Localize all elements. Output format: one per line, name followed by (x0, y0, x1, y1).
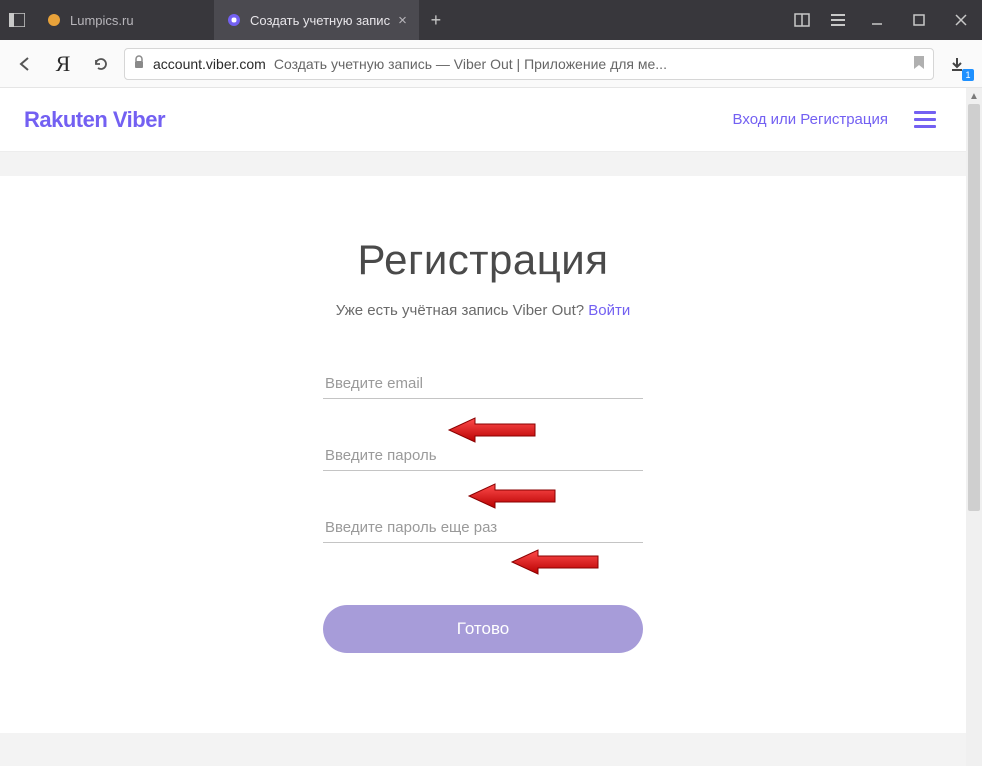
favicon-viber-icon (226, 12, 242, 28)
page-title: Регистрация (357, 236, 608, 284)
email-field-wrapper (323, 369, 643, 399)
lock-icon (133, 55, 145, 72)
scroll-up-arrow-icon[interactable]: ▲ (966, 88, 982, 104)
downloads-button[interactable]: 1 (942, 49, 972, 79)
browser-titlebar: Lumpics.ru Создать учетную запис × + (0, 0, 982, 40)
registration-page: Регистрация Уже есть учётная запись Vibe… (0, 176, 966, 733)
vertical-scrollbar[interactable]: ▲ (966, 88, 982, 766)
login-link[interactable]: Войти (588, 302, 630, 319)
password-confirm-input[interactable] (323, 513, 643, 543)
back-button[interactable] (10, 49, 40, 79)
password-confirm-field-wrapper (323, 513, 643, 543)
browser-tab-active[interactable]: Создать учетную запис × (214, 0, 419, 40)
browser-tab-inactive[interactable]: Lumpics.ru (34, 0, 214, 40)
tab-title: Lumpics.ru (70, 13, 202, 28)
rakuten-viber-logo[interactable]: Rakuten Viber (24, 107, 165, 133)
favicon-lumpics-icon (46, 12, 62, 28)
address-page-title: Создать учетную запись — Viber Out | При… (274, 56, 905, 72)
window-close-button[interactable] (940, 0, 982, 40)
hamburger-menu-icon[interactable] (908, 105, 942, 134)
submit-button[interactable]: Готово (323, 605, 643, 653)
email-input[interactable] (323, 369, 643, 399)
subtext-static: Уже есть учётная запись Viber Out? (336, 302, 589, 319)
tab-title: Создать учетную запис (250, 13, 390, 28)
reload-button[interactable] (86, 49, 116, 79)
window-maximize-button[interactable] (898, 0, 940, 40)
browser-toolbar: Я account.viber.com Создать учетную запи… (0, 40, 982, 88)
page-viewport: Rakuten Viber Вход или Регистрация Регис… (0, 88, 982, 766)
bookmark-icon[interactable] (913, 55, 925, 73)
yandex-home-button[interactable]: Я (48, 51, 78, 77)
tab-close-icon[interactable]: × (398, 12, 407, 29)
window-minimize-button[interactable] (856, 0, 898, 40)
sidebar-toggle-icon[interactable] (0, 0, 34, 40)
signin-or-register-link[interactable]: Вход или Регистрация (733, 111, 888, 128)
downloads-badge: 1 (962, 69, 974, 81)
already-have-account-text: Уже есть учётная запись Viber Out? Войти (336, 302, 631, 319)
password-field-wrapper (323, 441, 643, 471)
new-tab-button[interactable]: + (419, 0, 453, 40)
menu-icon[interactable] (820, 0, 856, 40)
site-header: Rakuten Viber Вход или Регистрация (0, 88, 966, 152)
address-bar[interactable]: account.viber.com Создать учетную запись… (124, 48, 934, 80)
password-input[interactable] (323, 441, 643, 471)
address-domain: account.viber.com (153, 56, 266, 72)
reader-mode-icon[interactable] (784, 0, 820, 40)
scrollbar-thumb[interactable] (968, 104, 980, 511)
